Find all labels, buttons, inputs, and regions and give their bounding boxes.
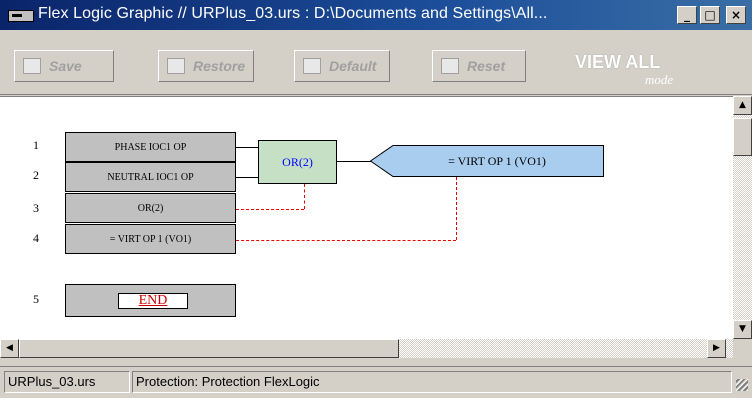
restore-icon	[167, 58, 185, 74]
flexlogic-canvas[interactable]: 1 2 3 4 5 PHASE IOC1 OP NEUTRAL IOC1 OP …	[0, 96, 733, 340]
close-button[interactable]: ×	[726, 6, 746, 24]
operand-virt-op1[interactable]: = VIRT OP 1 (VO1)	[65, 224, 236, 254]
save-label: Save	[49, 58, 82, 74]
operand-phase-ioc1[interactable]: PHASE IOC1 OP	[65, 132, 236, 162]
reset-label: Reset	[467, 58, 506, 74]
end-block[interactable]: END	[65, 284, 236, 317]
row-number-2: 2	[33, 168, 39, 182]
default-label: Default	[329, 58, 377, 74]
resize-grip[interactable]	[736, 379, 748, 391]
view-all-label[interactable]: VIEW ALL	[575, 52, 660, 73]
default-button[interactable]: Default	[294, 50, 390, 82]
vertical-scrollbar[interactable]: ▲ ▼	[733, 96, 752, 339]
scroll-up-button[interactable]: ▲	[733, 96, 752, 115]
default-icon	[303, 58, 321, 74]
operand-neutral-ioc1[interactable]: NEUTRAL IOC1 OP	[65, 162, 236, 192]
horizontal-scroll-thumb[interactable]	[19, 339, 399, 358]
horizontal-scrollbar[interactable]: ◀ ▶	[0, 339, 733, 358]
connector-row1	[236, 147, 258, 148]
feedback-line-row4-up	[456, 177, 457, 240]
feedback-line-row4	[236, 240, 456, 241]
feedback-line-row3	[236, 209, 304, 210]
title-bar: Flex Logic Graphic // URPlus_03.urs : D:…	[0, 0, 752, 30]
status-context: Protection: Protection FlexLogic	[132, 371, 732, 393]
feedback-line-row3-up	[304, 184, 305, 209]
row-number-3: 3	[33, 201, 39, 215]
connector-gate-output	[337, 161, 371, 162]
connector-row2	[236, 177, 258, 178]
row-number-1: 1	[33, 138, 39, 152]
restore-button[interactable]: Restore	[158, 50, 254, 82]
save-button[interactable]: Save	[14, 50, 114, 82]
virtual-output[interactable]: = VIRT OP 1 (VO1)	[370, 145, 604, 177]
vertical-scroll-thumb[interactable]	[733, 118, 752, 156]
minimize-button[interactable]: _	[677, 6, 697, 24]
or-gate[interactable]: OR(2)	[258, 140, 337, 184]
toolbar: Save Restore Default Reset VIEW ALL mode	[0, 30, 752, 95]
view-mode-label: mode	[645, 72, 674, 87]
operand-or2[interactable]: OR(2)	[65, 193, 236, 223]
window-title: Flex Logic Graphic // URPlus_03.urs : D:…	[38, 5, 548, 22]
maximize-button[interactable]: □	[700, 6, 720, 24]
row-number-4: 4	[33, 231, 39, 245]
restore-label: Restore	[193, 58, 246, 74]
scroll-corner	[733, 339, 752, 358]
scroll-right-button[interactable]: ▶	[707, 339, 726, 358]
app-icon[interactable]	[8, 10, 34, 22]
row-number-5: 5	[33, 292, 39, 306]
reset-button[interactable]: Reset	[432, 50, 526, 82]
scroll-down-button[interactable]: ▼	[733, 320, 752, 339]
status-file: URPlus_03.urs	[4, 371, 130, 393]
scroll-left-button[interactable]: ◀	[0, 339, 19, 358]
reset-icon	[441, 58, 459, 74]
status-bar: URPlus_03.urs Protection: Protection Fle…	[0, 366, 752, 398]
save-icon	[23, 58, 41, 74]
end-label: END	[118, 293, 188, 309]
